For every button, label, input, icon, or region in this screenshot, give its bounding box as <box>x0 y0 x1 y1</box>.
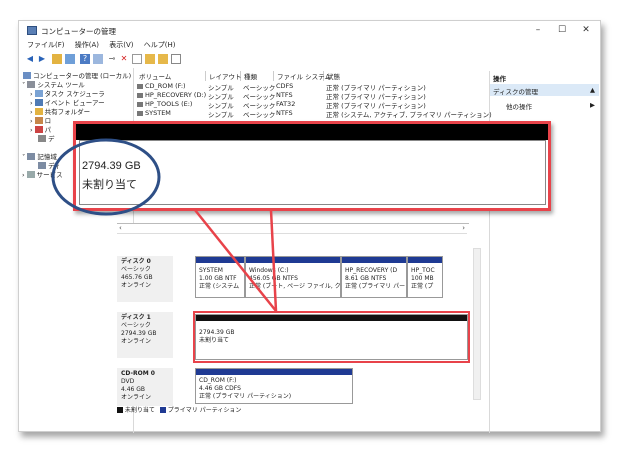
annotation-overlay <box>51 138 278 312</box>
callout-line-right <box>269 209 278 312</box>
callout-line-left <box>194 209 277 312</box>
highlight-circle <box>51 138 161 216</box>
